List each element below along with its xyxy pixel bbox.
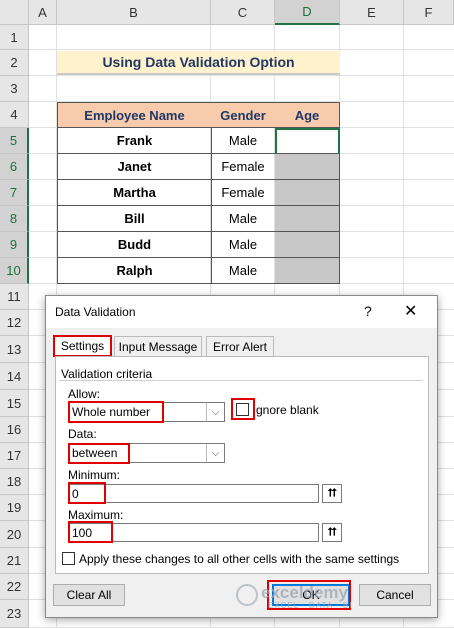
group-divider [59, 380, 423, 381]
cell-gender[interactable]: Male [211, 258, 276, 284]
row-header-6[interactable]: 6 [0, 154, 29, 180]
row-header-22[interactable]: 22 [0, 574, 29, 600]
chevron-down-icon[interactable]: ⌵ [206, 403, 224, 421]
maximum-collapse-icon[interactable]: ⮅ [322, 523, 342, 542]
cell-name[interactable]: Martha [57, 180, 212, 206]
header-gender[interactable]: Gender [211, 102, 276, 128]
select-all-corner[interactable] [0, 0, 29, 25]
dialog-title: Data Validation [55, 305, 136, 319]
row-header-9[interactable]: 9 [0, 232, 29, 258]
cancel-button[interactable]: Cancel [359, 584, 431, 606]
help-button[interactable]: ? [364, 303, 372, 319]
row-header-21[interactable]: 21 [0, 548, 29, 574]
allow-label: Allow: [68, 387, 101, 401]
column-header-c[interactable]: C [211, 0, 275, 25]
grid-line [29, 75, 454, 76]
validation-criteria-label: Validation criteria [61, 367, 153, 381]
cell-age[interactable] [275, 154, 340, 180]
data-highlight [68, 443, 130, 464]
cell-age[interactable] [275, 258, 340, 284]
row-header-1[interactable]: 1 [0, 25, 29, 50]
grid-line [29, 49, 454, 50]
row-header-11[interactable]: 11 [0, 284, 29, 310]
apply-all-label: Apply these changes to all other cells w… [79, 552, 400, 566]
row-header-2[interactable]: 2 [0, 50, 29, 76]
column-header-d[interactable]: D [275, 0, 340, 25]
watermark-tagline: EXCEL · DATA · BI [268, 601, 353, 610]
close-icon[interactable]: ✕ [404, 301, 417, 321]
minimum-label: Minimum: [68, 468, 121, 482]
minimum-highlight [68, 482, 106, 504]
sheet-title: Using Data Validation Option [57, 51, 340, 75]
column-header-a[interactable]: A [29, 0, 57, 25]
data-validation-dialog[interactable]: Data Validation ? ✕ Settings Input Messa… [45, 295, 438, 618]
row-header-10[interactable]: 10 [0, 258, 29, 284]
cell-name[interactable]: Budd [57, 232, 212, 258]
row-header-17[interactable]: 17 [0, 443, 29, 469]
cell-gender[interactable]: Female [211, 154, 276, 180]
minimum-collapse-icon[interactable]: ⮅ [322, 484, 342, 503]
row-header-5[interactable]: 5 [0, 128, 29, 154]
apply-all-checkbox[interactable] [62, 552, 75, 565]
maximum-label: Maximum: [68, 508, 124, 522]
cell-name[interactable]: Bill [57, 206, 212, 232]
ignore-blank-checkbox[interactable] [236, 403, 249, 416]
cell-name[interactable]: Ralph [57, 258, 212, 284]
row-header-20[interactable]: 20 [0, 521, 29, 548]
header-age[interactable]: Age [275, 102, 340, 128]
column-header-e[interactable]: E [340, 0, 404, 25]
header-employee-name[interactable]: Employee Name [57, 102, 212, 128]
data-label: Data: [68, 427, 97, 441]
cell-name[interactable]: Frank [57, 128, 212, 154]
column-header-f[interactable]: F [404, 0, 454, 25]
row-header-19[interactable]: 19 [0, 495, 29, 521]
row-header-15[interactable]: 15 [0, 390, 29, 417]
row-header-8[interactable]: 8 [0, 206, 29, 232]
row-header-3[interactable]: 3 [0, 76, 29, 102]
row-header-4[interactable]: 4 [0, 102, 29, 128]
row-header-23[interactable]: 23 [0, 600, 29, 628]
cell-name[interactable]: Janet [57, 154, 212, 180]
row-header-7[interactable]: 7 [0, 180, 29, 206]
cell-gender[interactable]: Male [211, 206, 276, 232]
clear-all-button[interactable]: Clear All [53, 584, 125, 606]
row-header-18[interactable]: 18 [0, 469, 29, 495]
chevron-down-icon[interactable]: ⌵ [206, 444, 224, 462]
maximum-highlight [68, 521, 113, 543]
watermark: exceldemy [261, 583, 348, 602]
cell-gender[interactable]: Female [211, 180, 276, 206]
cell-age-active[interactable] [275, 128, 340, 154]
allow-highlight [68, 401, 164, 423]
tab-input-message[interactable]: Input Message [114, 336, 202, 356]
row-header-14[interactable]: 14 [0, 363, 29, 390]
tab-error-alert[interactable]: Error Alert [206, 336, 274, 356]
row-header-16[interactable]: 16 [0, 417, 29, 443]
cell-age[interactable] [275, 180, 340, 206]
cell-gender[interactable]: Male [211, 128, 276, 154]
watermark-logo-icon [236, 584, 258, 606]
column-header-b[interactable]: B [57, 0, 211, 25]
tab-settings[interactable]: Settings [53, 335, 112, 357]
row-header-12[interactable]: 12 [0, 310, 29, 336]
cell-age[interactable] [275, 206, 340, 232]
row-header-13[interactable]: 13 [0, 336, 29, 363]
cell-age[interactable] [275, 232, 340, 258]
ignore-blank-label: gnore blank [256, 403, 319, 417]
cell-gender[interactable]: Male [211, 232, 276, 258]
